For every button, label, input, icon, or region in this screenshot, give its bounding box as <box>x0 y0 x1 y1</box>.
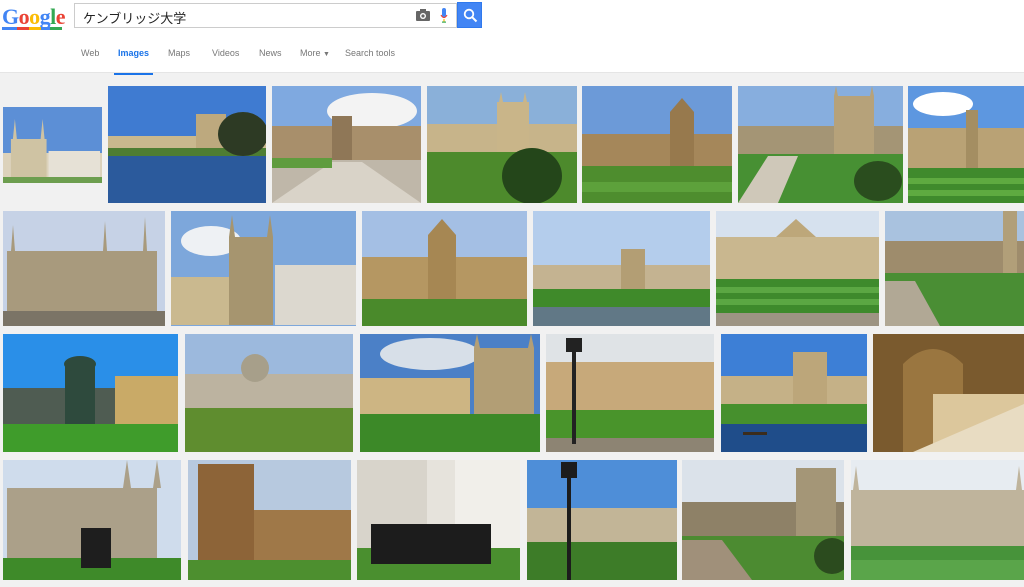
image-result[interactable] <box>682 460 844 580</box>
result-image <box>851 460 1024 580</box>
image-result[interactable] <box>851 460 1024 580</box>
result-image <box>546 334 714 452</box>
result-image <box>527 460 677 580</box>
image-result[interactable] <box>527 460 677 580</box>
image-result[interactable] <box>716 211 879 326</box>
result-image <box>682 460 844 580</box>
image-result[interactable] <box>188 460 351 580</box>
tab-search-tools[interactable]: Search tools <box>345 48 395 74</box>
image-result[interactable] <box>3 107 102 183</box>
result-image <box>108 86 266 203</box>
result-image <box>738 86 903 203</box>
result-image <box>885 211 1024 326</box>
image-result[interactable] <box>108 86 266 203</box>
result-image <box>908 86 1024 203</box>
result-image <box>185 334 353 452</box>
result-image <box>3 334 178 452</box>
image-result[interactable] <box>185 334 353 452</box>
image-result[interactable] <box>3 460 181 580</box>
logo-underline <box>2 27 62 30</box>
image-result[interactable] <box>360 334 540 452</box>
search-button[interactable] <box>457 2 482 28</box>
result-image <box>188 460 351 580</box>
result-image <box>362 211 527 326</box>
image-result[interactable] <box>362 211 527 326</box>
result-image <box>3 460 181 580</box>
result-image <box>357 460 520 580</box>
tab-more-label: More <box>300 48 321 58</box>
result-image <box>716 211 879 326</box>
search-tabs: Web Images Maps Videos News More ▼ Searc… <box>0 44 1024 75</box>
camera-icon[interactable] <box>416 9 430 21</box>
result-image <box>360 334 540 452</box>
result-image <box>272 86 421 203</box>
result-image <box>873 334 1024 452</box>
tab-news[interactable]: News <box>259 48 282 74</box>
dropdown-arrow-icon: ▼ <box>323 51 330 58</box>
image-result[interactable] <box>721 334 867 452</box>
image-result[interactable] <box>171 211 356 326</box>
image-result[interactable] <box>357 460 520 580</box>
microphone-icon[interactable] <box>440 8 448 23</box>
tab-web[interactable]: Web <box>81 48 99 74</box>
image-result[interactable] <box>908 86 1024 203</box>
image-result[interactable] <box>3 334 178 452</box>
result-image <box>427 86 577 203</box>
image-result[interactable] <box>533 211 710 326</box>
image-result[interactable] <box>427 86 577 203</box>
search-input[interactable]: ケンブリッジ大学 <box>74 3 457 28</box>
image-result[interactable] <box>3 211 165 326</box>
result-image <box>582 86 732 203</box>
result-image <box>171 211 356 326</box>
image-result[interactable] <box>272 86 421 203</box>
image-result[interactable] <box>582 86 732 203</box>
result-image <box>533 211 710 326</box>
image-results-grid <box>0 80 1024 587</box>
result-image <box>3 211 165 326</box>
search-icon <box>463 8 478 23</box>
image-result[interactable] <box>738 86 903 203</box>
tab-videos[interactable]: Videos <box>212 48 239 74</box>
result-image <box>3 107 102 183</box>
image-result[interactable] <box>885 211 1024 326</box>
tab-images[interactable]: Images <box>113 48 154 75</box>
tab-maps[interactable]: Maps <box>168 48 190 74</box>
result-image <box>721 334 867 452</box>
image-result[interactable] <box>546 334 714 452</box>
image-result[interactable] <box>873 334 1024 452</box>
tab-more[interactable]: More ▼ <box>300 48 330 74</box>
search-query[interactable]: ケンブリッジ大学 <box>83 8 186 27</box>
header: Google ケンブリッジ大学 Web Images Maps Videos N… <box>0 0 1024 75</box>
